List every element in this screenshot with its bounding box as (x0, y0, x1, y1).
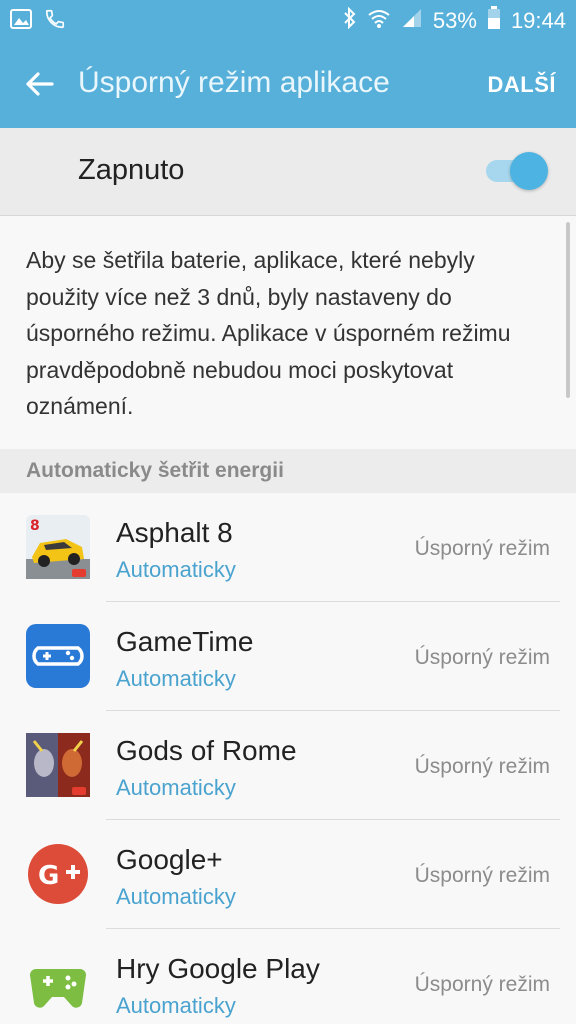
list-item[interactable]: G Google+ Automaticky Úsporný režim (0, 820, 576, 929)
image-icon (10, 9, 32, 34)
gods-of-rome-icon (26, 733, 90, 797)
app-mode: Úsporný režim (414, 755, 550, 778)
app-name: GameTime (116, 626, 254, 657)
google-plus-icon: G (26, 842, 90, 906)
status-bar: 53% 19:44 (0, 0, 576, 40)
app-status: Automaticky (116, 666, 236, 691)
app-name: Hry Google Play (116, 953, 320, 984)
list-item[interactable]: Gods of Rome Automaticky Úsporný režim (0, 711, 576, 820)
app-name: Google+ (116, 844, 223, 875)
description-text: Aby se šetřila baterie, aplikace, které … (26, 247, 511, 419)
switch-thumb (510, 152, 548, 190)
list-item[interactable]: 8 Asphalt 8 Automaticky Úsporný režim (0, 493, 576, 602)
svg-text:8: 8 (30, 518, 40, 534)
asphalt-8-icon: 8 (26, 515, 90, 579)
scrollbar[interactable] (566, 222, 570, 398)
section-header: Automaticky šetřit energii (0, 449, 576, 493)
wifi-icon (367, 7, 391, 35)
battery-icon (487, 6, 501, 36)
app-status: Automaticky (116, 884, 236, 909)
signal-icon (401, 7, 423, 35)
google-play-games-icon (26, 951, 90, 1015)
next-button[interactable]: DALŠÍ (488, 72, 557, 98)
list-item[interactable]: Hry Google Play Automaticky Úsporný reži… (0, 929, 576, 1024)
master-toggle-label: Zapnuto (78, 154, 185, 186)
app-status: Automaticky (116, 557, 236, 582)
app-status: Automaticky (116, 993, 236, 1018)
section-title: Automaticky šetřit energii (26, 459, 284, 482)
back-button[interactable] (22, 66, 58, 102)
app-mode: Úsporný režim (414, 537, 550, 560)
app-mode: Úsporný režim (414, 864, 550, 887)
master-toggle-row[interactable]: Zapnuto (0, 128, 576, 216)
app-mode: Úsporný režim (414, 973, 550, 996)
battery-percentage: 53% (432, 8, 477, 33)
app-mode: Úsporný režim (414, 646, 550, 669)
svg-text:G: G (38, 861, 59, 891)
app-bar: Úsporný režim aplikace DALŠÍ (0, 40, 576, 128)
master-switch[interactable] (486, 152, 548, 190)
phone-icon (44, 8, 66, 35)
app-status: Automaticky (116, 775, 236, 800)
arrow-back-icon (22, 72, 58, 106)
page-title: Úsporný režim aplikace (78, 66, 390, 99)
app-name: Asphalt 8 (116, 517, 233, 548)
app-name: Gods of Rome (116, 735, 297, 766)
app-list: 8 Asphalt 8 Automaticky Úsporný režim Ga… (0, 493, 576, 1024)
gametime-icon (26, 624, 90, 688)
list-item[interactable]: GameTime Automaticky Úsporný režim (0, 602, 576, 711)
bluetooth-icon (343, 6, 357, 35)
clock: 19:44 (510, 8, 566, 33)
